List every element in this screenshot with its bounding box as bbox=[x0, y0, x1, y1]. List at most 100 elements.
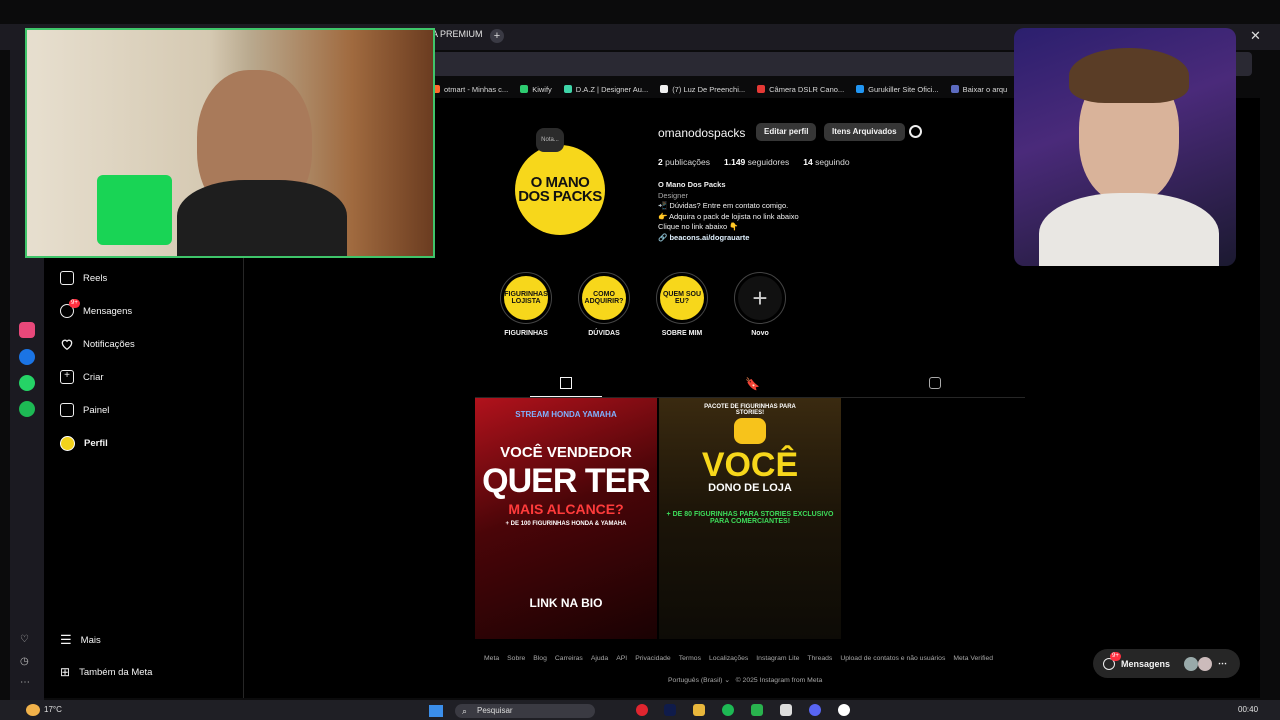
grid-icon[interactable] bbox=[560, 377, 572, 389]
nav-also-meta[interactable]: ⊞ Também da Meta bbox=[60, 665, 152, 679]
footer-link[interactable]: Termos bbox=[679, 655, 701, 662]
post-tile[interactable]: PACOTE DE FIGURINHAS PARA STORIES! VOCÊ … bbox=[659, 398, 841, 639]
bio-link[interactable]: 🔗 beacons.ai/dograuarte bbox=[658, 233, 858, 244]
windows-start-icon[interactable] bbox=[429, 705, 443, 717]
bookmark-label: Baixar o arqu bbox=[962, 84, 1008, 94]
app-icon[interactable] bbox=[751, 704, 763, 716]
temperature: 17°C bbox=[44, 705, 62, 714]
bookmark-item[interactable]: D.A.Z | Designer Au... bbox=[563, 85, 648, 94]
link-icon: 🔗 bbox=[658, 232, 668, 242]
history-icon[interactable]: ◷ bbox=[20, 656, 29, 667]
capcut-icon[interactable] bbox=[780, 704, 792, 716]
more-icon[interactable]: ⋯ bbox=[20, 677, 30, 688]
nav-reels[interactable]: Reels bbox=[60, 271, 107, 285]
highlight-cover: FIGURINHAS LOJISTA bbox=[504, 276, 548, 320]
bookmark-item[interactable]: Baixar o arqu bbox=[950, 84, 1008, 94]
profile-avatar[interactable]: O MANO DOS PACKS bbox=[515, 145, 605, 235]
profile-category: Designer bbox=[658, 190, 689, 200]
nav-more[interactable]: ☰ Mais bbox=[60, 632, 101, 648]
footer-link[interactable]: Threads bbox=[807, 655, 832, 662]
nav-reels-label: Reels bbox=[83, 272, 108, 284]
followers-stat[interactable]: 1.149 seguidores bbox=[724, 157, 789, 167]
bookmark-item[interactable]: Gurukiller Site Ofici... bbox=[856, 85, 939, 94]
profile-username: omanodospacks bbox=[658, 126, 746, 140]
note-bubble[interactable]: Nota... bbox=[536, 128, 564, 152]
nav-messages[interactable]: 9+ Mensagens bbox=[60, 299, 133, 318]
profile-name: O Mano Dos Packs bbox=[658, 180, 726, 189]
bio-line: 📲 Dúvidas? Entre em contato comigo. bbox=[658, 201, 789, 211]
avatar bbox=[1198, 656, 1213, 671]
highlight-cover: QUEM SOU EU? bbox=[660, 276, 704, 320]
highlight-label: SOBRE MIM bbox=[661, 330, 703, 337]
footer-link[interactable]: API bbox=[616, 655, 627, 662]
saved-icon[interactable]: 🔖 bbox=[745, 377, 760, 391]
taskbar-search[interactable]: Pesquisar bbox=[455, 704, 595, 718]
heart-icon[interactable]: ♡ bbox=[20, 634, 29, 645]
discord-icon[interactable] bbox=[809, 704, 821, 716]
post-sub: + DE 100 FIGURINHAS HONDA & YAMAHA bbox=[505, 521, 627, 527]
nav-create[interactable]: + Criar bbox=[60, 370, 104, 384]
nav-messages-label: Mensagens bbox=[83, 305, 133, 317]
messages-pill-badge: 9+ bbox=[1110, 652, 1121, 661]
active-tab-indicator bbox=[530, 396, 602, 397]
footer-link[interactable]: Instagram Lite bbox=[756, 655, 799, 662]
photoshop-icon[interactable] bbox=[664, 704, 676, 716]
profile-bio: O Mano Dos Packs Designer 📲 Dúvidas? Ent… bbox=[658, 180, 858, 244]
plus-square-icon: + bbox=[60, 370, 74, 384]
bookmark-item[interactable]: (7) Luz De Preenchi... bbox=[660, 85, 745, 94]
nav-notifications[interactable]: Notificações bbox=[60, 337, 135, 351]
nav-dashboard-label: Painel bbox=[83, 404, 110, 416]
opera-icon[interactable] bbox=[636, 704, 648, 716]
bookmark-favicon-icon bbox=[950, 85, 959, 93]
bookmark-favicon-icon bbox=[660, 85, 669, 93]
messenger-icon[interactable] bbox=[19, 349, 35, 365]
footer-link[interactable]: Meta Verified bbox=[953, 655, 993, 662]
post-tile[interactable]: STREAM HONDA YAMAHA VOCÊ VENDEDOR QUER T… bbox=[475, 398, 657, 639]
obs-icon[interactable] bbox=[838, 704, 850, 716]
footer-links: Meta Sobre Blog Carreiras Ajuda API Privacidad… bbox=[484, 655, 993, 662]
footer-link[interactable]: Blog bbox=[533, 655, 547, 662]
spotify-icon[interactable] bbox=[19, 401, 35, 417]
highlight-label: DÚVIDAS bbox=[588, 330, 620, 337]
bookmark-item[interactable]: Kiwify bbox=[520, 85, 552, 94]
highlight-new[interactable]: + Novo bbox=[733, 272, 787, 337]
following-stat[interactable]: 14 seguindo bbox=[803, 157, 849, 167]
folder-icon[interactable] bbox=[693, 704, 705, 716]
archived-button[interactable]: Itens Arquivados bbox=[824, 123, 905, 141]
reels-icon bbox=[60, 271, 74, 285]
footer-link[interactable]: Localizações bbox=[709, 655, 748, 662]
highlight-figurinhas[interactable]: FIGURINHAS LOJISTA FIGURINHAS bbox=[499, 272, 553, 337]
highlight-sobre-mim[interactable]: QUEM SOU EU? SOBRE MIM bbox=[655, 272, 709, 337]
bookmark-favicon-icon bbox=[856, 85, 865, 93]
webcam-overlay-right bbox=[1014, 28, 1236, 266]
footer-link[interactable]: Meta bbox=[484, 655, 499, 662]
edit-profile-button[interactable]: Editar perfil bbox=[756, 123, 817, 141]
footer-link[interactable]: Upload de contatos e não usuários bbox=[840, 655, 945, 662]
bookmark-favicon-icon bbox=[563, 85, 572, 93]
bookmark-item[interactable]: otmart - Minhas c... bbox=[432, 85, 508, 94]
nav-create-label: Criar bbox=[83, 371, 104, 383]
meta-icon: ⊞ bbox=[60, 665, 71, 679]
post-big: VOCÊ bbox=[701, 446, 799, 484]
browser-tab[interactable]: A PREMIUM bbox=[432, 29, 483, 39]
footer-link[interactable]: Sobre bbox=[507, 655, 525, 662]
highlight-duvidas[interactable]: COMO ADQUIRIR? DÚVIDAS bbox=[577, 272, 631, 337]
profile-stats: 2 publicações 1.149 seguidores 14 seguin… bbox=[658, 157, 850, 167]
close-window-icon[interactable]: ✕ bbox=[1250, 28, 1261, 44]
webcam-overlay-left bbox=[25, 28, 435, 258]
nav-dashboard[interactable]: Painel bbox=[60, 403, 109, 417]
whatsapp-icon[interactable] bbox=[19, 375, 35, 391]
language-select[interactable]: Português (Brasil) bbox=[668, 677, 722, 684]
nav-profile[interactable]: Perfil bbox=[60, 436, 108, 451]
highlight-label: FIGURINHAS bbox=[504, 330, 548, 337]
nav-notifications-label: Notificações bbox=[83, 338, 135, 350]
footer-link[interactable]: Carreiras bbox=[555, 655, 583, 662]
new-tab-button[interactable]: + bbox=[490, 29, 504, 43]
aria-icon[interactable] bbox=[19, 322, 35, 338]
settings-gear-icon[interactable] bbox=[909, 125, 922, 138]
tagged-icon[interactable] bbox=[929, 377, 941, 389]
footer-link[interactable]: Ajuda bbox=[591, 655, 608, 662]
spotify-icon[interactable] bbox=[722, 704, 734, 716]
bookmark-item[interactable]: Câmera DSLR Cano... bbox=[757, 85, 844, 94]
footer-link[interactable]: Privacidade bbox=[635, 655, 671, 662]
